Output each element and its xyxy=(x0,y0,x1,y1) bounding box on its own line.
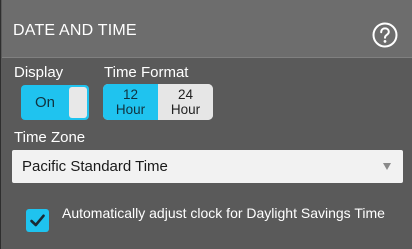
help-icon[interactable] xyxy=(371,21,399,49)
panel-header: DATE AND TIME xyxy=(2,0,412,58)
time-format-24-number: 24 xyxy=(177,87,194,102)
display-toggle[interactable]: On xyxy=(21,85,89,120)
time-zone-label: Time Zone xyxy=(14,129,86,146)
dst-label[interactable]: Automatically adjust clock for Daylight … xyxy=(62,205,392,221)
time-zone-value: Pacific Standard Time xyxy=(22,158,168,175)
time-format-12-number: 12 xyxy=(122,87,139,102)
time-zone-select[interactable]: Pacific Standard Time xyxy=(12,150,403,183)
display-label: Display xyxy=(14,64,64,81)
time-format-24-hour-button[interactable]: 24 Hour xyxy=(158,84,213,120)
panel-title: DATE AND TIME xyxy=(13,22,137,39)
time-format-12-hour-button[interactable]: 12 Hour xyxy=(103,84,158,120)
dropdown-arrow-icon[interactable] xyxy=(383,163,391,170)
date-time-panel: DATE AND TIME Display On Time Format 12 … xyxy=(0,0,412,249)
time-format-12-unit: Hour xyxy=(115,102,146,117)
toggle-knob[interactable] xyxy=(69,87,87,118)
display-toggle-text: On xyxy=(34,94,55,111)
dst-checkbox[interactable] xyxy=(26,209,49,232)
checkmark-icon xyxy=(30,214,45,227)
time-format-label: Time Format xyxy=(104,64,189,81)
time-format-selector: 12 Hour 24 Hour xyxy=(103,84,213,120)
time-format-24-unit: Hour xyxy=(170,102,201,117)
